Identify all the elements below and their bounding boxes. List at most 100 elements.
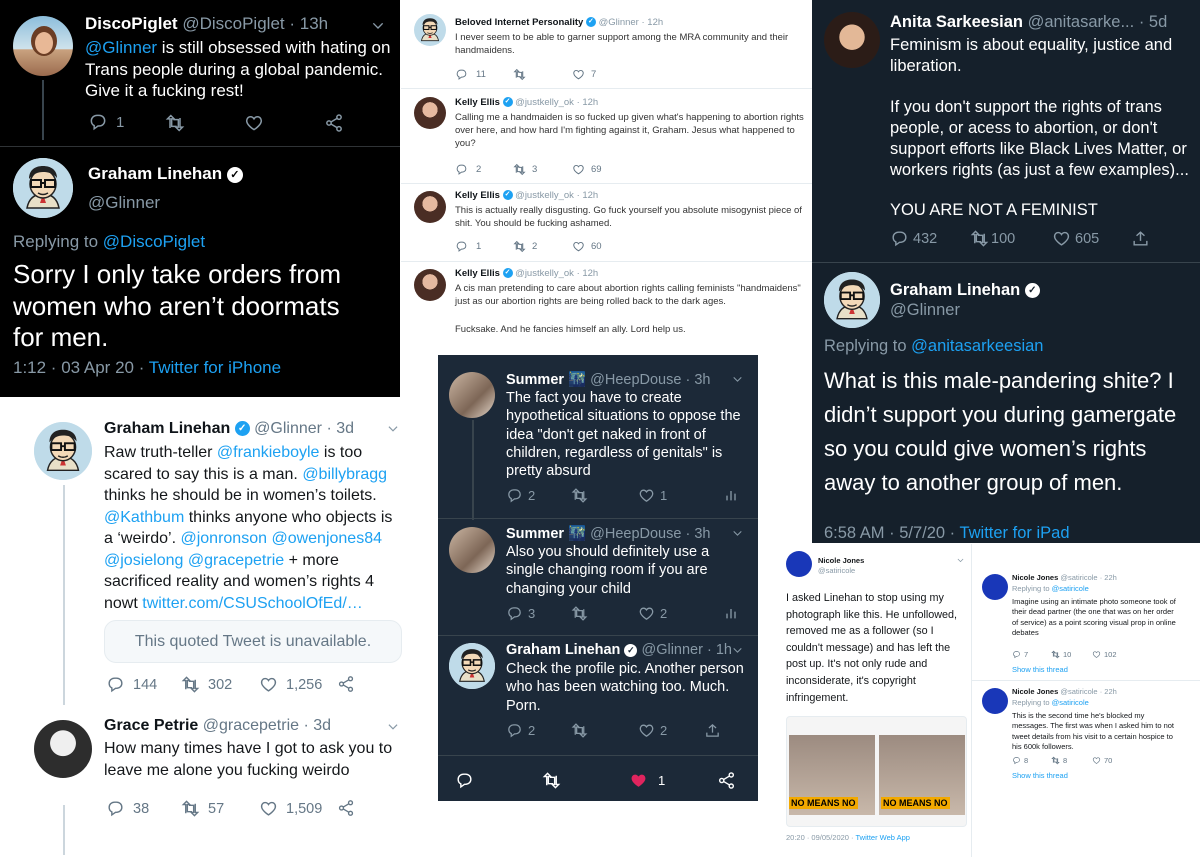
reply-button[interactable]: 2	[506, 722, 535, 739]
author-handle[interactable]: @satiricole	[1060, 573, 1097, 582]
like-button[interactable]: 605	[1052, 229, 1099, 248]
share-icon[interactable]	[717, 771, 736, 790]
like-button[interactable]: 7	[572, 68, 596, 81]
author-handle[interactable]: @justkelly_ok	[515, 268, 574, 279]
author-name[interactable]: Nicole Jones	[818, 556, 864, 565]
retweet-button[interactable]: 8	[1051, 756, 1067, 765]
avatar-grace-petrie[interactable]	[34, 720, 92, 778]
replying-to-link[interactable]: @DiscoPiglet	[103, 232, 205, 251]
like-button[interactable]: 70	[1092, 756, 1112, 765]
like-button[interactable]: 1	[629, 771, 665, 790]
author-name[interactable]: Graham Linehan	[104, 420, 230, 437]
mention-link[interactable]: @Glinner	[85, 38, 157, 57]
mention-link[interactable]: @frankieboyle	[217, 444, 320, 461]
show-thread-link[interactable]: Show this thread	[1012, 771, 1068, 780]
chevron-down-icon[interactable]	[956, 556, 965, 565]
tweet-time[interactable]: · 22h	[1100, 573, 1117, 582]
author-name[interactable]: Kelly Ellis	[455, 268, 500, 279]
author-handle[interactable]: @justkelly_ok	[515, 190, 574, 201]
quoted-tweet-unavailable[interactable]: This quoted Tweet is unavailable.	[104, 620, 402, 663]
retweet-button[interactable]: 2	[513, 240, 537, 253]
author-name[interactable]: Nicole Jones	[1012, 687, 1058, 696]
tweet-time[interactable]: · 3d	[303, 717, 331, 734]
chevron-down-icon[interactable]	[370, 18, 386, 34]
retweet-button[interactable]: 57	[181, 799, 224, 818]
author-name[interactable]: DiscoPiglet	[85, 14, 178, 33]
tweet-timestamp[interactable]: 6:58 AM · 5/7/20 ·	[824, 524, 959, 542]
author-handle[interactable]: @satiricole	[818, 566, 855, 575]
author-handle[interactable]: @anitasarke...	[1028, 13, 1135, 31]
author-name[interactable]: Summer 🌃	[506, 526, 586, 542]
share-icon[interactable]	[324, 113, 344, 133]
share-icon[interactable]	[704, 722, 721, 739]
avatar-graham-linehan[interactable]	[824, 272, 880, 328]
reply-button[interactable]: 7	[1012, 650, 1028, 659]
author-name[interactable]: Graham Linehan	[506, 642, 620, 658]
retweet-button[interactable]: 3	[513, 163, 537, 176]
tweet-time[interactable]: · 22h	[1100, 687, 1117, 696]
avatar-nicole-jones[interactable]	[982, 574, 1008, 600]
reply-button[interactable]: 38	[106, 799, 149, 818]
client-link[interactable]: Twitter for iPhone	[149, 358, 281, 377]
url-link[interactable]: twitter.com/CSUSchoolOfEd/…	[142, 595, 363, 612]
author-name[interactable]: Kelly Ellis	[455, 97, 500, 108]
author-handle[interactable]: @HeepDouse	[590, 372, 681, 388]
avatar-summer[interactable]	[449, 527, 495, 573]
tweet-time[interactable]: · 5d	[1139, 13, 1167, 31]
author-name[interactable]: Summer 🌃	[506, 372, 586, 388]
author-name[interactable]: Anita Sarkeesian	[890, 13, 1023, 31]
reply-button[interactable]: 2	[506, 487, 535, 504]
mention-link[interactable]: @billybragg	[302, 466, 387, 483]
replying-to-link[interactable]: @satiricole	[1052, 698, 1089, 707]
author-handle[interactable]: @Glinner	[599, 17, 639, 28]
reply-button[interactable]: 432	[890, 229, 937, 248]
reply-button[interactable]: 8	[1012, 756, 1028, 765]
tweet-time[interactable]: · 3h	[685, 372, 710, 388]
analytics-icon[interactable]	[723, 487, 739, 503]
replying-to-link[interactable]: @satiricole	[1052, 584, 1089, 593]
like-button[interactable]: 2	[638, 605, 667, 622]
avatar-nicole-jones[interactable]	[982, 688, 1008, 714]
avatar-anita-sarkeesian[interactable]	[824, 12, 880, 68]
author-handle[interactable]: @DiscoPiglet	[182, 14, 284, 33]
chevron-down-icon[interactable]	[731, 644, 744, 657]
avatar-beloved-internet-personality[interactable]	[414, 14, 446, 46]
avatar-summer[interactable]	[449, 372, 495, 418]
mention-link[interactable]: @josielong	[104, 552, 183, 569]
tweet-time[interactable]: · 12h	[642, 17, 664, 28]
client-link[interactable]: Twitter for iPad	[959, 524, 1069, 542]
retweet-icon[interactable]	[571, 487, 588, 504]
retweet-icon[interactable]	[513, 68, 526, 81]
avatar-graham-linehan[interactable]	[449, 643, 495, 689]
reply-button[interactable]: 1	[455, 240, 481, 253]
like-icon[interactable]	[244, 113, 264, 133]
avatar-kelly-ellis[interactable]	[414, 269, 446, 301]
tweet-time[interactable]: · 12h	[577, 268, 599, 279]
author-name[interactable]: Grace Petrie	[104, 717, 198, 734]
chevron-down-icon[interactable]	[386, 720, 400, 734]
author-name[interactable]: Graham Linehan	[890, 281, 1020, 299]
replying-to-link[interactable]: @anitasarkeesian	[911, 337, 1043, 355]
author-handle[interactable]: @Glinner	[254, 420, 322, 437]
avatar-nicole-jones[interactable]	[786, 551, 812, 577]
author-handle[interactable]: @Glinner	[890, 301, 960, 320]
avatar-graham-linehan[interactable]	[34, 422, 92, 480]
reply-icon[interactable]	[455, 771, 474, 790]
tweet-time[interactable]: · 12h	[577, 97, 599, 108]
like-button[interactable]: 2	[638, 722, 667, 739]
like-button[interactable]: 1	[638, 487, 667, 504]
like-button[interactable]: 1,256	[259, 675, 322, 694]
author-name[interactable]: Kelly Ellis	[455, 190, 500, 201]
author-handle[interactable]: @Glinner	[88, 193, 160, 213]
tweet-timestamp[interactable]: 1:12 · 03 Apr 20 ·	[13, 358, 149, 377]
reply-button[interactable]: 144	[106, 675, 157, 694]
share-icon[interactable]	[337, 675, 355, 693]
author-handle[interactable]: @Glinner	[641, 642, 702, 658]
author-handle[interactable]: @justkelly_ok	[515, 97, 574, 108]
share-icon[interactable]	[337, 799, 355, 817]
like-button[interactable]: 60	[572, 240, 602, 253]
reply-button[interactable]: 11	[455, 68, 486, 81]
mention-link[interactable]: @jonronson	[180, 530, 267, 547]
analytics-icon[interactable]	[723, 605, 739, 621]
chevron-down-icon[interactable]	[731, 373, 744, 386]
